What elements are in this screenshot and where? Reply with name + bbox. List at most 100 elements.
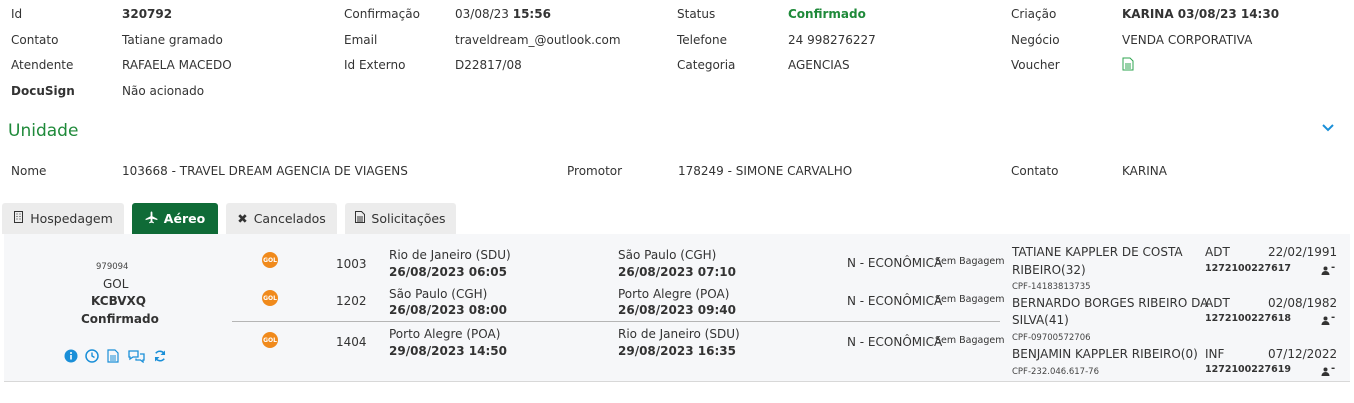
contato-label: Contato xyxy=(11,33,59,47)
passenger-dash: - xyxy=(1331,363,1336,374)
id-externo-label: Id Externo xyxy=(344,58,406,72)
passenger-type: ADT xyxy=(1205,296,1230,310)
flight-number: 1003 xyxy=(336,257,367,271)
segment-origin: São Paulo (CGH) xyxy=(389,287,488,301)
segment-divider xyxy=(232,287,1000,288)
passenger-cpf: CPF-09700572706 xyxy=(1012,333,1091,343)
unidade-contato-label: Contato xyxy=(1011,164,1059,178)
segment-cabin: N - ECONÔMICA xyxy=(847,294,943,308)
passenger-name: TATIANE KAPPLER DE COSTA xyxy=(1012,245,1183,259)
clock-icon[interactable] xyxy=(85,349,99,363)
unidade-nome-value: 103668 - TRAVEL DREAM AGENCIA DE VIAGENS xyxy=(122,164,408,178)
info-icon[interactable] xyxy=(64,349,78,363)
passenger-type: INF xyxy=(1205,347,1225,361)
id-label: Id xyxy=(11,7,23,21)
segment-departure: 29/08/2023 14:50 xyxy=(389,344,507,358)
passenger-dash: - xyxy=(1331,262,1336,273)
segment-origin: Porto Alegre (POA) xyxy=(389,327,501,341)
tab-aereo[interactable]: Aéreo xyxy=(132,203,218,234)
flight-number: 1202 xyxy=(336,294,367,308)
negocio-label: Negócio xyxy=(1011,33,1060,47)
status-label: Status xyxy=(677,7,716,21)
segment-divider xyxy=(232,321,1000,322)
booking-status: Confirmado xyxy=(81,312,159,326)
airline-name: GOL xyxy=(103,277,129,291)
chevron-down-icon[interactable] xyxy=(1320,120,1336,136)
segment-departure: 26/08/2023 08:00 xyxy=(389,303,507,317)
unidade-title: Unidade xyxy=(8,121,79,141)
criacao-value: KARINA 03/08/23 14:30 xyxy=(1122,7,1280,21)
segment-baggage: Sem Bagagem xyxy=(935,256,1005,267)
unidade-promotor-value: 178249 - SIMONE CARVALHO xyxy=(678,164,853,178)
document-icon xyxy=(355,211,366,226)
id-value: 320792 xyxy=(122,7,173,21)
email-label: Email xyxy=(344,33,378,47)
chat-icon[interactable] xyxy=(128,349,145,364)
passenger-cpf: CPF-14183813735 xyxy=(1012,282,1091,292)
contato-value: Tatiane gramado xyxy=(122,33,223,47)
voucher-label: Voucher xyxy=(1011,58,1060,72)
user-icon xyxy=(1321,264,1330,278)
tab-cancelados-label: Cancelados xyxy=(253,211,326,226)
segment-origin: Rio de Janeiro (SDU) xyxy=(389,248,511,262)
status-value: Confirmado xyxy=(788,7,866,21)
unidade-nome-label: Nome xyxy=(11,164,47,178)
segment-cabin: N - ECONÔMICA xyxy=(847,256,943,270)
tab-cancelados[interactable]: ✖ Cancelados xyxy=(226,203,337,234)
tab-bar: Hospedagem Aéreo ✖ Cancelados Solicitaçõ… xyxy=(0,203,1354,234)
categoria-value: AGENCIAS xyxy=(788,58,850,72)
passenger-name-cont: SILVA(41) xyxy=(1012,313,1069,327)
telefone-label: Telefone xyxy=(677,33,727,47)
passenger-name: BENJAMIN KAPPLER RIBEIRO(0) xyxy=(1012,347,1198,361)
segment-baggage: Sem Bagagem xyxy=(935,335,1005,346)
flight-number: 1404 xyxy=(336,335,367,349)
docusign-label: DocuSign xyxy=(11,84,75,98)
gol-logo-icon: GOL xyxy=(262,290,278,306)
atendente-label: Atendente xyxy=(11,58,74,72)
tab-aereo-label: Aéreo xyxy=(163,211,206,226)
passenger-cpf: CPF-232.046.617-76 xyxy=(1012,367,1099,377)
tab-solicitacoes[interactable]: Solicitações xyxy=(345,203,456,234)
email-value: traveldream_@outlook.com xyxy=(455,33,621,47)
user-icon xyxy=(1321,365,1330,379)
x-icon: ✖ xyxy=(237,211,248,226)
unidade-contato-value: KARINA xyxy=(1122,164,1167,178)
passenger-ticket: 1272100227618 xyxy=(1205,313,1291,324)
segment-cabin: N - ECONÔMICA xyxy=(847,335,943,349)
tab-solicitacoes-label: Solicitações xyxy=(371,211,446,226)
document-icon[interactable] xyxy=(107,349,121,363)
segment-arrival: 26/08/2023 07:10 xyxy=(618,265,736,279)
tab-hospedagem-label: Hospedagem xyxy=(30,211,113,226)
user-icon xyxy=(1321,314,1330,328)
passenger-birthdate: 02/08/1982 xyxy=(1268,296,1338,310)
criacao-label: Criação xyxy=(1011,7,1057,21)
segment-departure: 26/08/2023 06:05 xyxy=(389,265,507,279)
voucher-document-icon[interactable] xyxy=(1122,57,1134,71)
telefone-value: 24 998276227 xyxy=(788,33,876,47)
plane-icon xyxy=(145,211,158,227)
confirmacao-time: 15:56 xyxy=(512,7,551,21)
passenger-ticket: 1272100227619 xyxy=(1205,364,1291,375)
tab-hospedagem[interactable]: Hospedagem xyxy=(2,203,124,234)
segment-destination: São Paulo (CGH) xyxy=(618,248,717,262)
building-icon xyxy=(13,211,24,226)
atendente-value: RAFAELA MACEDO xyxy=(122,58,232,72)
confirmacao-label: Confirmação xyxy=(344,7,420,21)
booking-locator: KCBVXQ xyxy=(91,294,146,308)
negocio-value: VENDA CORPORATIVA xyxy=(1122,33,1253,47)
passenger-type: ADT xyxy=(1205,245,1230,259)
passenger-birthdate: 07/12/2022 xyxy=(1268,347,1338,361)
passenger-dash: - xyxy=(1331,312,1336,323)
gol-logo-icon: GOL xyxy=(262,332,278,348)
segment-destination: Rio de Janeiro (SDU) xyxy=(618,327,740,341)
passenger-name-cont: RIBEIRO(32) xyxy=(1012,263,1086,277)
unidade-promotor-label: Promotor xyxy=(567,164,623,178)
confirmacao-value: 03/08/23 15:56 xyxy=(455,7,551,21)
refresh-icon[interactable] xyxy=(153,349,167,363)
categoria-label: Categoria xyxy=(677,58,736,72)
gol-logo-icon: GOL xyxy=(262,252,278,268)
passenger-ticket: 1272100227617 xyxy=(1205,263,1291,274)
passenger-name: BERNARDO BORGES RIBEIRO DA xyxy=(1012,296,1209,310)
segment-destination: Porto Alegre (POA) xyxy=(618,287,730,301)
segment-arrival: 29/08/2023 16:35 xyxy=(618,344,736,358)
